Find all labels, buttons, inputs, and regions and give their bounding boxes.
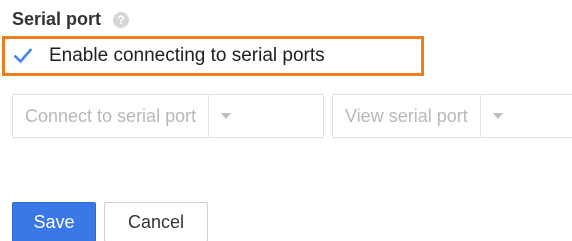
connect-to-serial-port-button[interactable]: Connect to serial port bbox=[13, 95, 208, 137]
view-dropdown-button[interactable] bbox=[481, 95, 515, 137]
view-serial-port-split-button[interactable]: View serial port bbox=[332, 94, 572, 138]
help-circle-icon[interactable]: ? bbox=[113, 12, 130, 28]
connect-to-serial-port-split-button[interactable]: Connect to serial port bbox=[12, 94, 324, 138]
section-heading: Serial port ? bbox=[12, 8, 130, 30]
checkbox[interactable] bbox=[14, 47, 32, 65]
checkmark-icon bbox=[14, 48, 32, 64]
section-title: Serial port bbox=[12, 9, 102, 29]
serial-port-settings: Serial port ? Enable connecting to seria… bbox=[0, 0, 572, 241]
cancel-button[interactable]: Cancel bbox=[104, 202, 208, 241]
checkbox-label: Enable connecting to serial ports bbox=[49, 45, 325, 66]
dropdown-arrow-icon bbox=[492, 113, 503, 119]
view-serial-port-button[interactable]: View serial port bbox=[333, 95, 480, 137]
save-button[interactable]: Save bbox=[12, 202, 96, 241]
connect-dropdown-button[interactable] bbox=[209, 95, 243, 137]
dropdown-arrow-icon bbox=[221, 113, 232, 119]
enable-serial-ports-checkbox-row[interactable]: Enable connecting to serial ports bbox=[2, 36, 424, 76]
